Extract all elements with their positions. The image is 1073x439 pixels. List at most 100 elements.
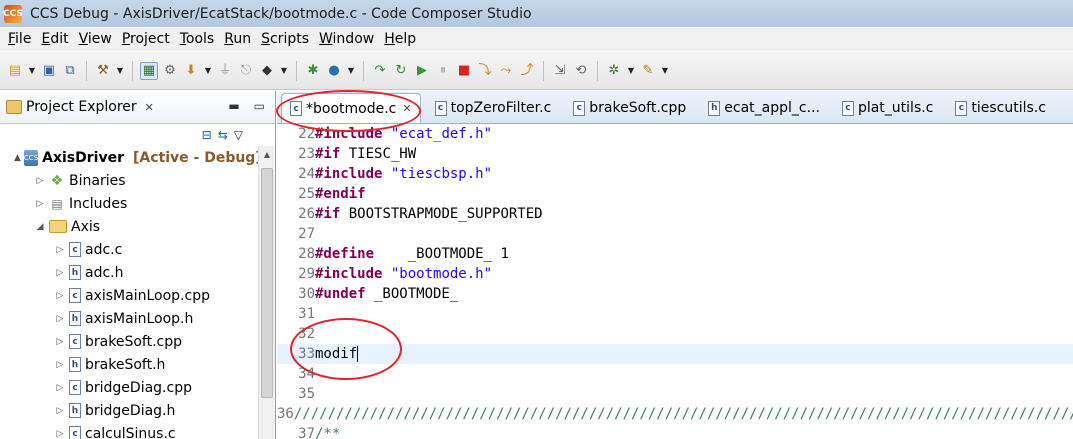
editor-tab[interactable]: c plat_utils.c: [834, 93, 941, 123]
code-line[interactable]: 32: [277, 324, 1073, 344]
menu-project[interactable]: Project: [117, 28, 175, 51]
expand-arrow-icon[interactable]: ▷: [54, 383, 66, 393]
expand-arrow-icon[interactable]: ▷: [54, 429, 66, 439]
debug-view-icon[interactable]: ▦: [140, 61, 158, 80]
expand-arrow-icon[interactable]: ▷: [54, 268, 66, 278]
external-tools-dropdown-icon[interactable]: ▼: [660, 62, 670, 80]
expand-arrow-icon[interactable]: ▷: [54, 314, 66, 324]
code-line[interactable]: 27: [277, 224, 1073, 244]
tree-item[interactable]: ▷ c adc.c: [0, 238, 258, 261]
connect-icon[interactable]: ⏚: [216, 62, 234, 80]
code-editor[interactable]: 22 #include "ecat_def.h" 23 #if TIESC_HW 24 #…: [277, 124, 1073, 439]
new-dropdown-icon[interactable]: ▼: [27, 62, 37, 80]
tab-project-explorer[interactable]: Project Explorer ✕: [6, 99, 154, 115]
restart-icon[interactable]: ↻: [392, 62, 410, 80]
collapse-all-icon[interactable]: ⊟: [202, 128, 212, 142]
tree-item[interactable]: ▷ c bridgeDiag.cpp: [0, 376, 258, 399]
run-icon[interactable]: ●: [325, 62, 343, 80]
close-icon[interactable]: ✕: [145, 101, 154, 114]
maximize-icon[interactable]: ▭: [254, 99, 265, 113]
expand-arrow-icon[interactable]: ▷: [54, 406, 66, 416]
code-line[interactable]: 37/**: [277, 424, 1073, 439]
tree-item[interactable]: ▷ ▤ Includes: [0, 192, 258, 215]
target-config-icon[interactable]: ⚙: [161, 62, 179, 80]
scroll-up-icon[interactable]: ▲: [259, 146, 275, 163]
external-tools-icon[interactable]: ✎: [639, 62, 657, 80]
scroll-thumb[interactable]: [261, 168, 273, 398]
code-line[interactable]: 25 #endif: [277, 184, 1073, 204]
build-dropdown-icon[interactable]: ▼: [115, 62, 125, 80]
tree-item[interactable]: ▷ h bridgeDiag.h: [0, 399, 258, 422]
editor-tab[interactable]: c tiescutils.c: [947, 93, 1054, 123]
new-icon[interactable]: ▤: [6, 62, 24, 80]
editor-tab[interactable]: h ecat_appl_c...: [700, 93, 828, 123]
close-icon[interactable]: ✕: [402, 102, 411, 115]
resume-icon[interactable]: ▶: [413, 62, 431, 80]
step-into-icon[interactable]: ⤵: [476, 62, 494, 80]
menu-edit[interactable]: Edit: [36, 28, 73, 51]
menu-scripts[interactable]: Scripts: [256, 28, 314, 51]
code-line[interactable]: 30 #undef _BOOTMODE_: [277, 284, 1073, 304]
code-line[interactable]: 35: [277, 384, 1073, 404]
step-return-icon[interactable]: ⤴: [518, 62, 536, 80]
expand-arrow-icon[interactable]: ▷: [54, 245, 66, 255]
expand-arrow-icon[interactable]: ▷: [54, 360, 66, 370]
code-line[interactable]: 24 #include "tiescbsp.h": [277, 164, 1073, 184]
menu-window[interactable]: Window: [314, 28, 379, 51]
editor-tab[interactable]: c brakeSoft.cpp: [565, 93, 694, 123]
code-line[interactable]: 36//////////////////////////////////////…: [277, 404, 1073, 424]
menu-tools[interactable]: Tools: [175, 28, 220, 51]
tree-item[interactable]: ◢ Axis: [0, 215, 258, 238]
tree-item[interactable]: ▷ h axisMainLoop.h: [0, 307, 258, 330]
load-dropdown-icon[interactable]: ▼: [203, 62, 213, 80]
step-over-2-icon[interactable]: ⤳: [497, 62, 515, 80]
code-line[interactable]: 26 #if BOOTSTRAPMODE_SUPPORTED: [277, 204, 1073, 224]
expand-arrow-icon[interactable]: ▷: [54, 291, 66, 301]
code-line[interactable]: 31: [277, 304, 1073, 324]
expand-arrow-icon[interactable]: ◢: [34, 222, 46, 232]
code-line[interactable]: 23 #if TIESC_HW: [277, 144, 1073, 164]
tree-item[interactable]: ▲ CCS AxisDriver [Active - Debug]: [0, 146, 262, 169]
tree-item[interactable]: ▷ c calculSinus.c: [0, 422, 258, 439]
tree-item[interactable]: ▷ c brakeSoft.cpp: [0, 330, 258, 353]
menu-file[interactable]: File: [3, 28, 36, 51]
disconnect-icon[interactable]: ⎋: [237, 62, 255, 80]
flash-icon[interactable]: ◆: [258, 62, 276, 80]
menu-help[interactable]: Help: [379, 28, 421, 51]
reset-icon[interactable]: ⟲: [572, 62, 590, 80]
flash-dropdown-icon[interactable]: ▼: [279, 62, 289, 80]
expand-arrow-icon[interactable]: ▷: [54, 337, 66, 347]
debug-icon[interactable]: ✱: [304, 62, 322, 80]
bug-dropdown-icon[interactable]: ▼: [626, 62, 636, 80]
expand-arrow-icon[interactable]: ▷: [34, 176, 46, 186]
code-line[interactable]: 34: [277, 364, 1073, 384]
load-program-icon[interactable]: ⬇: [182, 62, 200, 80]
terminate-icon[interactable]: ■: [455, 62, 473, 80]
build-hammer-icon[interactable]: ⚒: [94, 62, 112, 80]
run-dropdown-icon[interactable]: ▼: [346, 62, 356, 80]
tree-item[interactable]: ▷ ❖ Binaries: [0, 169, 258, 192]
save-icon[interactable]: ▣: [40, 62, 58, 80]
tree-item[interactable]: ▷ c axisMainLoop.cpp: [0, 284, 258, 307]
tree-item[interactable]: ▷ h adc.h: [0, 261, 258, 284]
editor-tab[interactable]: c topZeroFilter.c: [427, 93, 560, 123]
menu-view[interactable]: View: [74, 28, 117, 51]
assembly-step-icon[interactable]: ⇲: [551, 62, 569, 80]
link-with-editor-icon[interactable]: ⇆: [218, 128, 228, 142]
editor-tab[interactable]: c *bootmode.c ✕: [281, 93, 421, 123]
explorer-scrollbar[interactable]: ▲: [258, 146, 275, 439]
bug-icon[interactable]: ✲: [605, 62, 623, 80]
tree-item[interactable]: ▷ h brakeSoft.h: [0, 353, 258, 376]
expand-arrow-icon[interactable]: ▲: [14, 153, 21, 163]
step-over-icon[interactable]: ↷: [371, 62, 389, 80]
minimize-icon[interactable]: ▬: [228, 99, 239, 113]
menu-run[interactable]: Run: [219, 28, 256, 51]
code-line[interactable]: 28 #define _BOOTMODE_ 1: [277, 244, 1073, 264]
view-menu-icon[interactable]: ▽: [234, 128, 243, 142]
expand-arrow-icon[interactable]: ▷: [34, 199, 46, 209]
code-line[interactable]: 22 #include "ecat_def.h": [277, 124, 1073, 144]
suspend-icon[interactable]: ⏸: [434, 62, 452, 80]
code-line[interactable]: 29 #include "bootmode.h": [277, 264, 1073, 284]
save-all-icon[interactable]: ⧉: [61, 62, 79, 80]
code-line[interactable]: 33 modif: [277, 344, 1073, 364]
